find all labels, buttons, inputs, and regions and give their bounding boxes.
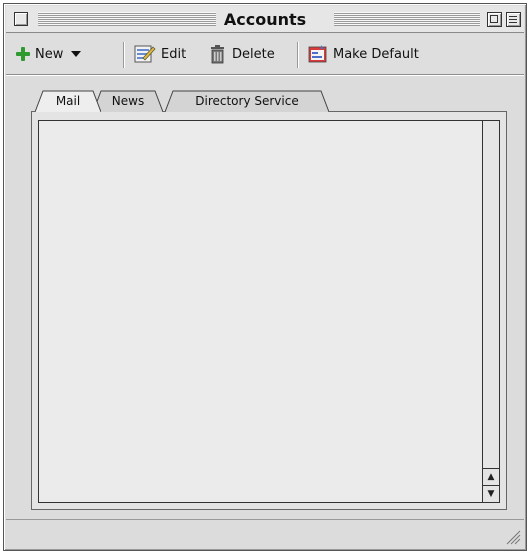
accounts-window: Accounts New Edit Delete Make Default Ma…: [3, 3, 527, 551]
edit-label: Edit: [161, 46, 187, 62]
zoom-box[interactable]: [487, 12, 502, 27]
scroll-down-arrow-icon[interactable]: ▼: [483, 485, 499, 502]
tab-mail[interactable]: Mail: [35, 90, 101, 112]
new-label: New: [35, 46, 64, 62]
resize-grip-icon[interactable]: [503, 527, 521, 545]
scroll-up-arrow-icon[interactable]: ▲: [483, 468, 499, 485]
status-bar: [6, 519, 524, 548]
title-bar[interactable]: Accounts: [6, 6, 524, 33]
edit-icon: [134, 44, 156, 64]
vertical-scrollbar[interactable]: ▲ ▼: [482, 121, 499, 502]
close-box[interactable]: [14, 12, 28, 26]
tab-news[interactable]: News: [93, 90, 163, 112]
edit-button[interactable]: Edit: [134, 42, 186, 66]
title-stripes-right: [334, 12, 480, 26]
accounts-list[interactable]: ▲ ▼: [38, 120, 500, 503]
new-button[interactable]: New: [16, 42, 82, 66]
make-default-button[interactable]: Make Default: [308, 42, 419, 66]
make-default-icon: [308, 44, 328, 64]
toolbar: New Edit Delete Make Default: [6, 34, 524, 75]
toolbar-separator: [297, 42, 298, 68]
toolbar-separator: [123, 42, 124, 68]
account-type-tabs: Mail News Directory Service: [32, 90, 512, 112]
delete-label: Delete: [232, 46, 275, 62]
delete-button[interactable]: Delete: [209, 42, 275, 66]
trash-icon: [209, 44, 227, 64]
make-default-label: Make Default: [333, 46, 419, 62]
title-stripes-left: [38, 12, 221, 26]
plus-icon: [16, 47, 30, 61]
tab-panel: ▲ ▼: [31, 111, 507, 510]
windowshade-box[interactable]: [506, 12, 521, 27]
chevron-down-icon[interactable]: [71, 51, 82, 57]
tab-directory-service[interactable]: Directory Service: [165, 90, 329, 112]
